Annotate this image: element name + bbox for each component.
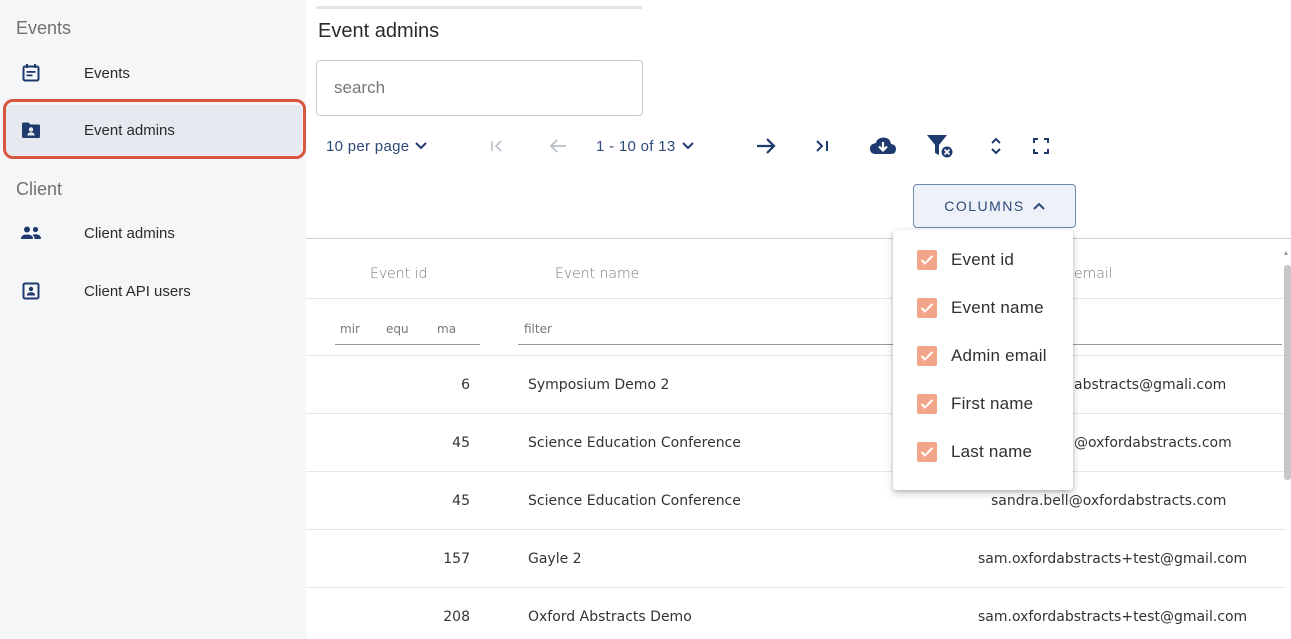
divider [316, 6, 642, 9]
per-page-select[interactable]: 10 per page [326, 133, 432, 159]
filter-max-input[interactable]: ma [437, 322, 456, 336]
filter-clear-icon [925, 133, 955, 159]
vertical-scrollbar[interactable] [1284, 265, 1291, 480]
cell-event-id: 45 [452, 435, 470, 451]
next-page-button[interactable] [754, 133, 778, 159]
page-title: Event admins [318, 20, 440, 42]
filter-underline [335, 344, 480, 345]
people-icon [20, 222, 42, 244]
cell-event-id: 208 [443, 609, 470, 625]
sidebar-item-client-api-users[interactable]: Client API users [6, 266, 302, 316]
filter-equal-input[interactable]: equ [386, 322, 409, 336]
sidebar-item-label: Event admins [84, 121, 175, 139]
scroll-up-arrow[interactable]: ▴ [1284, 248, 1291, 258]
column-toggle-last-name[interactable]: Last name [893, 434, 1073, 470]
per-page-label: 10 per page [326, 137, 410, 155]
admin-folder-icon [20, 119, 42, 141]
page-range-select[interactable]: 1 - 10 of 13 [596, 133, 718, 159]
cell-event-id: 157 [443, 551, 470, 567]
sidebar-item-events[interactable]: Events [6, 48, 302, 98]
fullscreen-button[interactable] [1030, 133, 1052, 159]
columns-button[interactable]: COLUMNS [913, 184, 1076, 228]
checkbox-checked-icon[interactable] [917, 394, 937, 414]
columns-button-label: COLUMNS [944, 198, 1025, 214]
fullscreen-icon [1033, 138, 1049, 154]
clear-filters-button[interactable] [925, 133, 955, 159]
sidebar-item-event-admins[interactable]: Event admins [6, 105, 302, 155]
section-title-events: Events [16, 18, 72, 38]
cloud-download-icon [869, 136, 897, 156]
checkbox-checked-icon[interactable] [917, 442, 937, 462]
cell-email: abstracts@gmali.com [1074, 377, 1227, 393]
sidebar-item-label: Events [84, 64, 130, 82]
cell-email: sandra.bell@oxfordabstracts.com [991, 493, 1227, 509]
checkbox-checked-icon[interactable] [917, 298, 937, 318]
chevron-down-icon [415, 142, 428, 150]
table-border [306, 238, 1291, 239]
columns-menu: Event id Event name Admin email First na… [893, 230, 1073, 490]
cell-email: sam.oxfordabstracts+test@gmail.com [978, 609, 1248, 625]
last-page-button[interactable] [812, 133, 832, 159]
row-divider [306, 529, 1286, 530]
section-title-client: Client [16, 179, 63, 199]
column-header-email[interactable]: email [1074, 266, 1113, 282]
column-toggle-label: First name [951, 394, 1034, 413]
row-divider [306, 587, 1286, 588]
cell-event-name: Science Education Conference [528, 493, 741, 509]
contact-card-icon [20, 280, 42, 302]
cell-event-id: 45 [452, 493, 470, 509]
previous-page-button[interactable] [547, 133, 569, 159]
arrow-left-icon [549, 139, 567, 153]
column-toggle-label: Event id [951, 250, 1015, 269]
cell-event-name: Oxford Abstracts Demo [528, 609, 692, 625]
row-divider [306, 355, 1286, 356]
chevron-up-icon [1033, 202, 1045, 210]
page-range-label: 1 - 10 of 13 [596, 137, 676, 155]
column-header-event-name[interactable]: Event name [555, 266, 639, 282]
column-toggle-first-name[interactable]: First name [893, 386, 1073, 422]
search-input[interactable] [316, 60, 643, 116]
column-toggle-label: Event name [951, 298, 1044, 317]
sidebar-item-label: Client admins [84, 224, 175, 242]
calendar-icon [20, 62, 42, 84]
first-page-icon [490, 140, 504, 152]
row-divider [306, 413, 1286, 414]
column-header-event-id[interactable]: Event id [370, 266, 427, 282]
filter-text-input[interactable]: filter [524, 322, 552, 336]
checkbox-checked-icon[interactable] [917, 346, 937, 366]
filter-min-input[interactable]: mir [340, 322, 360, 336]
expand-rows-button[interactable] [986, 133, 1006, 159]
column-toggle-label: Admin email [951, 346, 1047, 365]
cell-event-name: Science Education Conference [528, 435, 741, 451]
sidebar-item-label: Client API users [84, 282, 191, 300]
cell-email: @oxfordabstracts.com [1074, 435, 1232, 451]
cell-email: sam.oxfordabstracts+test@gmail.com [978, 551, 1248, 567]
column-toggle-label: Last name [951, 442, 1033, 461]
column-toggle-event-id[interactable]: Event id [893, 242, 1073, 278]
first-page-button[interactable] [487, 133, 507, 159]
row-divider [306, 471, 1286, 472]
sidebar-item-client-admins[interactable]: Client admins [6, 208, 302, 258]
unfold-icon [990, 136, 1002, 156]
column-toggle-event-name[interactable]: Event name [893, 290, 1073, 326]
cell-event-name: Symposium Demo 2 [528, 377, 670, 393]
row-divider [306, 298, 1286, 299]
last-page-icon [815, 140, 829, 152]
column-toggle-admin-email[interactable]: Admin email [893, 338, 1073, 374]
download-button[interactable] [868, 133, 898, 159]
sidebar: Events Events Event admins Client Client… [0, 0, 306, 639]
cell-event-id: 6 [461, 377, 470, 393]
arrow-right-icon [756, 138, 776, 154]
checkbox-checked-icon[interactable] [917, 250, 937, 270]
chevron-down-icon [681, 142, 694, 150]
cell-event-name: Gayle 2 [528, 551, 582, 567]
